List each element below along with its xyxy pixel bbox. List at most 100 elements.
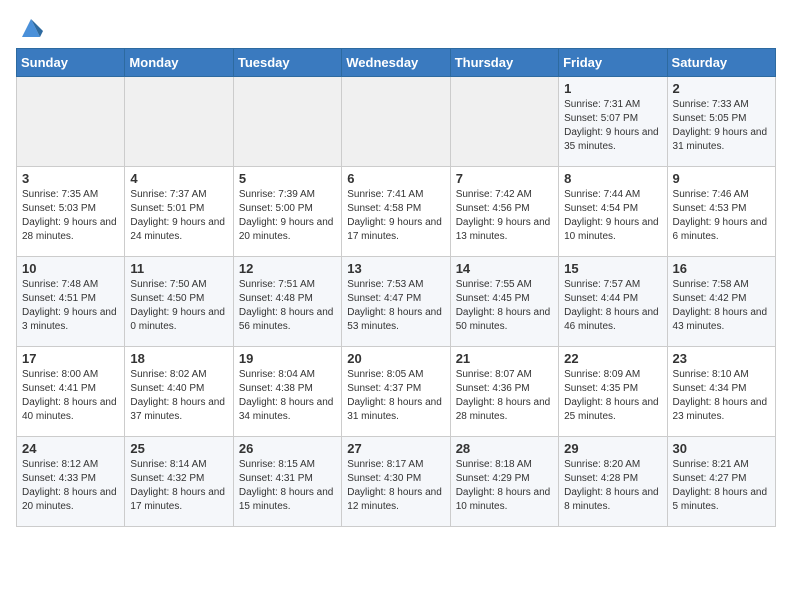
day-number: 29 [564,441,661,456]
day-number: 17 [22,351,119,366]
calendar-cell: 9 Sunrise: 7:46 AM Sunset: 4:53 PM Daylig… [667,167,775,257]
day-info: Sunrise: 8:02 AM Sunset: 4:40 PM Dayligh… [130,368,227,424]
calendar-cell: 16 Sunrise: 7:58 AM Sunset: 4:42 PM Dayli… [667,257,775,347]
day-info: Sunrise: 7:48 AM Sunset: 4:51 PM Dayligh… [22,278,119,334]
day-number: 22 [564,351,661,366]
day-number: 30 [673,441,770,456]
day-info: Sunrise: 7:31 AM Sunset: 5:07 PM Dayligh… [564,98,661,154]
day-info: Sunrise: 8:07 AM Sunset: 4:36 PM Dayligh… [456,368,553,424]
day-number: 10 [22,261,119,276]
day-info: Sunrise: 7:55 AM Sunset: 4:45 PM Dayligh… [456,278,553,334]
calendar-cell: 23Sunrise: 8:10 AM Sunset: 4:34 PM Dayli… [667,347,775,437]
day-number: 2 [673,81,770,96]
calendar-cell: 29 Sunrise: 8:20 AM Sunset: 4:28 PM Dayli… [559,437,667,527]
calendar-cell [125,77,233,167]
day-info: Sunrise: 7:46 AM Sunset: 4:53 PM Dayligh… [673,188,770,244]
calendar-cell: 8 Sunrise: 7:44 AM Sunset: 4:54 PM Daylig… [559,167,667,257]
day-info: Sunrise: 7:44 AM Sunset: 4:54 PM Dayligh… [564,188,661,244]
day-info: Sunrise: 7:39 AM Sunset: 5:00 PM Dayligh… [239,188,336,244]
day-number: 28 [456,441,553,456]
calendar-cell: 20Sunrise: 8:05 AM Sunset: 4:37 PM Dayli… [342,347,450,437]
day-number: 1 [564,81,661,96]
logo-icon [16,16,46,40]
weekday-header-friday: Friday [559,49,667,77]
day-info: Sunrise: 7:57 AM Sunset: 4:44 PM Dayligh… [564,278,661,334]
calendar-cell: 6 Sunrise: 7:41 AM Sunset: 4:58 PM Daylig… [342,167,450,257]
day-info: Sunrise: 7:37 AM Sunset: 5:01 PM Dayligh… [130,188,227,244]
day-number: 4 [130,171,227,186]
calendar-cell: 5 Sunrise: 7:39 AM Sunset: 5:00 PM Daylig… [233,167,341,257]
calendar-cell: 25 Sunrise: 8:14 AM Sunset: 4:32 PM Dayli… [125,437,233,527]
calendar-cell: 22 Sunrise: 8:09 AM Sunset: 4:35 PM Dayli… [559,347,667,437]
calendar-cell: 10 Sunrise: 7:48 AM Sunset: 4:51 PM Dayli… [17,257,125,347]
weekday-header-wednesday: Wednesday [342,49,450,77]
day-info: Sunrise: 8:21 AM Sunset: 4:27 PM Dayligh… [673,458,770,514]
day-number: 5 [239,171,336,186]
calendar-cell: 2 Sunrise: 7:33 AM Sunset: 5:05 PM Daylig… [667,77,775,167]
calendar-cell: 28 Sunrise: 8:18 AM Sunset: 4:29 PM Dayli… [450,437,558,527]
calendar-cell: 18 Sunrise: 8:02 AM Sunset: 4:40 PM Dayli… [125,347,233,437]
weekday-header-row: SundayMondayTuesdayWednesdayThursdayFrid… [17,49,776,77]
weekday-header-tuesday: Tuesday [233,49,341,77]
calendar-cell: 12 Sunrise: 7:51 AM Sunset: 4:48 PM Dayli… [233,257,341,347]
weekday-header-monday: Monday [125,49,233,77]
day-number: 15 [564,261,661,276]
day-number: 19 [239,351,336,366]
calendar-cell: 26 Sunrise: 8:15 AM Sunset: 4:31 PM Dayli… [233,437,341,527]
calendar-table: SundayMondayTuesdayWednesdayThursdayFrid… [16,48,776,527]
calendar-cell: 24Sunrise: 8:12 AM Sunset: 4:33 PM Dayli… [17,437,125,527]
day-info: Sunrise: 8:15 AM Sunset: 4:31 PM Dayligh… [239,458,336,514]
day-info: Sunrise: 7:58 AM Sunset: 4:42 PM Dayligh… [673,278,770,334]
day-number: 24 [22,441,119,456]
day-number: 21 [456,351,553,366]
day-info: Sunrise: 8:09 AM Sunset: 4:35 PM Dayligh… [564,368,661,424]
calendar-cell: 17 Sunrise: 8:00 AM Sunset: 4:41 PM Dayli… [17,347,125,437]
day-info: Sunrise: 8:04 AM Sunset: 4:38 PM Dayligh… [239,368,336,424]
calendar-cell: 30 Sunrise: 8:21 AM Sunset: 4:27 PM Dayli… [667,437,775,527]
logo [16,16,50,40]
day-number: 11 [130,261,227,276]
calendar-cell [342,77,450,167]
weekday-header-saturday: Saturday [667,49,775,77]
day-number: 6 [347,171,444,186]
day-info: Sunrise: 7:35 AM Sunset: 5:03 PM Dayligh… [22,188,119,244]
day-info: Sunrise: 7:51 AM Sunset: 4:48 PM Dayligh… [239,278,336,334]
day-info: Sunrise: 7:50 AM Sunset: 4:50 PM Dayligh… [130,278,227,334]
page-header [16,16,776,40]
day-info: Sunrise: 8:17 AM Sunset: 4:30 PM Dayligh… [347,458,444,514]
day-info: Sunrise: 7:33 AM Sunset: 5:05 PM Dayligh… [673,98,770,154]
day-info: Sunrise: 8:20 AM Sunset: 4:28 PM Dayligh… [564,458,661,514]
calendar-cell: 4 Sunrise: 7:37 AM Sunset: 5:01 PM Daylig… [125,167,233,257]
day-number: 14 [456,261,553,276]
weekday-header-thursday: Thursday [450,49,558,77]
day-number: 18 [130,351,227,366]
calendar-cell [233,77,341,167]
day-info: Sunrise: 8:14 AM Sunset: 4:32 PM Dayligh… [130,458,227,514]
calendar-cell: 19 Sunrise: 8:04 AM Sunset: 4:38 PM Dayli… [233,347,341,437]
calendar-cell: 1 Sunrise: 7:31 AM Sunset: 5:07 PM Daylig… [559,77,667,167]
day-number: 26 [239,441,336,456]
week-row-4: 17 Sunrise: 8:00 AM Sunset: 4:41 PM Dayli… [17,347,776,437]
calendar-cell: 21 Sunrise: 8:07 AM Sunset: 4:36 PM Dayli… [450,347,558,437]
day-info: Sunrise: 8:18 AM Sunset: 4:29 PM Dayligh… [456,458,553,514]
calendar-cell [17,77,125,167]
day-number: 3 [22,171,119,186]
calendar-cell: 27Sunrise: 8:17 AM Sunset: 4:30 PM Dayli… [342,437,450,527]
day-info: Sunrise: 8:00 AM Sunset: 4:41 PM Dayligh… [22,368,119,424]
day-info: Sunrise: 8:05 AM Sunset: 4:37 PM Dayligh… [347,368,444,424]
day-info: Sunrise: 7:53 AM Sunset: 4:47 PM Dayligh… [347,278,444,334]
day-number: 16 [673,261,770,276]
day-info: Sunrise: 7:41 AM Sunset: 4:58 PM Dayligh… [347,188,444,244]
calendar-cell: 7Sunrise: 7:42 AM Sunset: 4:56 PM Daylig… [450,167,558,257]
day-number: 8 [564,171,661,186]
day-number: 9 [673,171,770,186]
weekday-header-sunday: Sunday [17,49,125,77]
day-number: 12 [239,261,336,276]
calendar-cell [450,77,558,167]
day-number: 25 [130,441,227,456]
calendar-cell: 14 Sunrise: 7:55 AM Sunset: 4:45 PM Dayli… [450,257,558,347]
week-row-1: 1 Sunrise: 7:31 AM Sunset: 5:07 PM Daylig… [17,77,776,167]
day-info: Sunrise: 7:42 AM Sunset: 4:56 PM Dayligh… [456,188,553,244]
calendar-cell: 15 Sunrise: 7:57 AM Sunset: 4:44 PM Dayli… [559,257,667,347]
day-number: 23 [673,351,770,366]
